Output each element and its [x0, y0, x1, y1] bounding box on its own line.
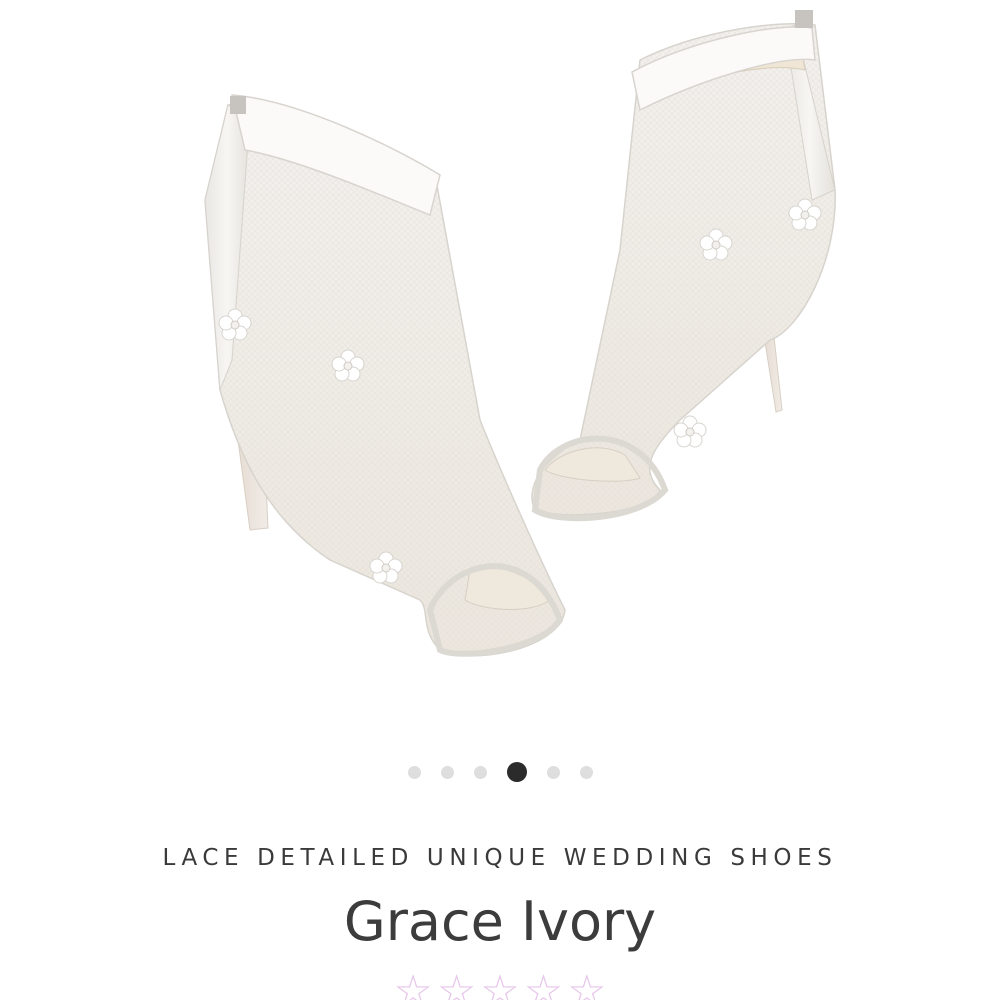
- right-shoe: [531, 10, 836, 522]
- star-icon[interactable]: ☆: [524, 970, 563, 1000]
- carousel-dot[interactable]: [579, 765, 593, 779]
- wedding-shoes-illustration: [204, 10, 836, 657]
- carousel-dot[interactable]: [473, 765, 487, 779]
- star-icon[interactable]: ☆: [393, 970, 432, 1000]
- carousel-dot[interactable]: [440, 765, 454, 779]
- carousel-dots: [0, 760, 1000, 784]
- star-rating: ☆ ☆ ☆ ☆ ☆: [0, 970, 1000, 1000]
- star-icon[interactable]: ☆: [480, 970, 519, 1000]
- carousel-dot[interactable]: [506, 762, 527, 782]
- product-subtitle: LACE DETAILED UNIQUE WEDDING SHOES: [162, 845, 838, 871]
- product-page: LACE DETAILED UNIQUE WEDDING SHOES Grace…: [0, 0, 1000, 1000]
- carousel-dot[interactable]: [546, 765, 560, 779]
- star-icon[interactable]: ☆: [437, 970, 476, 1000]
- carousel-dot[interactable]: [407, 765, 421, 779]
- product-title: Grace Ivory: [343, 890, 657, 953]
- star-icon[interactable]: ☆: [567, 970, 606, 1000]
- left-shoe: [204, 94, 566, 657]
- product-image[interactable]: [0, 0, 1000, 730]
